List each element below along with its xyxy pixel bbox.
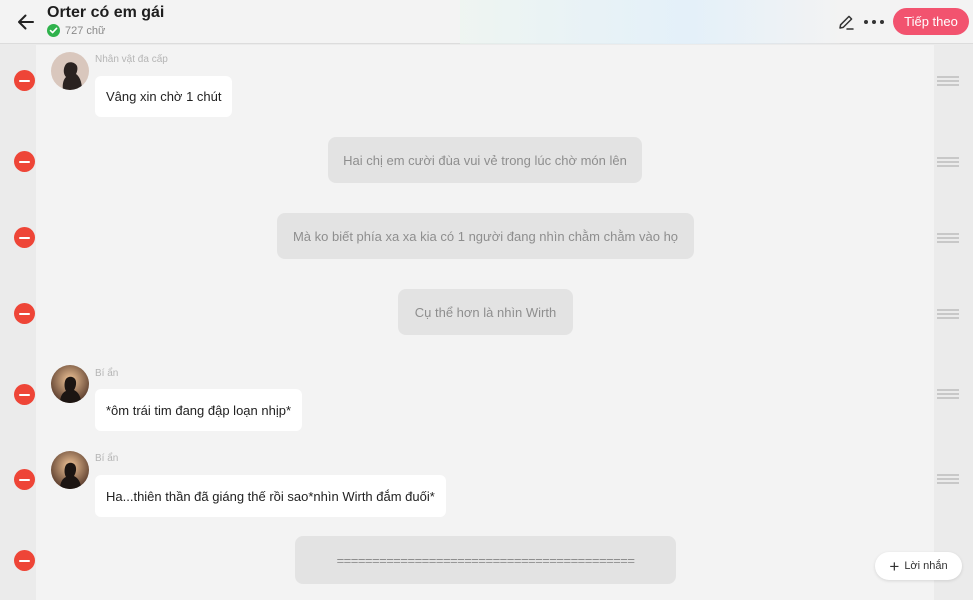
message-bubble[interactable]: Ha...thiên thần đã giáng thế rồi sao*nhì…: [95, 475, 446, 517]
delete-button[interactable]: [14, 70, 35, 91]
drag-handle[interactable]: [937, 309, 959, 319]
drag-handle[interactable]: [937, 389, 959, 399]
edit-button[interactable]: [836, 12, 856, 32]
word-count-label: 727 chữ: [65, 24, 106, 37]
avatar: [51, 365, 89, 403]
delete-button[interactable]: [14, 227, 35, 248]
drag-handle[interactable]: [937, 474, 959, 484]
plus-icon: +: [889, 556, 900, 576]
add-message-button[interactable]: + Lời nhắn: [875, 552, 962, 580]
edit-pencil-icon: [839, 15, 854, 30]
add-message-label: Lời nhắn: [904, 560, 948, 572]
message-bubble[interactable]: Vâng xin chờ 1 chút: [95, 76, 233, 117]
narration-bubble[interactable]: ========================================…: [295, 536, 676, 584]
more-button[interactable]: [862, 12, 886, 32]
delete-button[interactable]: [14, 550, 35, 571]
more-dots-icon: [864, 20, 884, 24]
check-circle-icon: [47, 24, 60, 37]
delete-button[interactable]: [14, 384, 35, 405]
avatar: [51, 52, 89, 90]
speaker-name: Bí ẩn: [95, 368, 119, 379]
delete-button[interactable]: [14, 303, 35, 324]
next-button[interactable]: Tiếp theo: [893, 8, 969, 35]
drag-handle[interactable]: [937, 157, 959, 167]
drag-handle[interactable]: [937, 233, 959, 243]
narration-bubble[interactable]: Hai chị em cười đùa vui vẻ trong lúc chờ…: [328, 137, 642, 183]
story-title: Orter có em gái: [47, 4, 165, 21]
avatar: [51, 451, 89, 489]
back-button[interactable]: [12, 8, 40, 36]
back-arrow-icon: [18, 14, 34, 30]
word-count: 727 chữ: [47, 24, 105, 37]
narration-bubble[interactable]: Mà ko biết phía xa xa kia có 1 người đan…: [277, 213, 694, 259]
header-decoration: [460, 0, 840, 44]
delete-button[interactable]: [14, 151, 35, 172]
narration-bubble[interactable]: Cụ thể hơn là nhìn Wirth: [398, 289, 573, 335]
speaker-name: Bí ẩn: [95, 453, 119, 464]
delete-button[interactable]: [14, 469, 35, 490]
message-bubble[interactable]: *ôm trái tim đang đập loạn nhịp*: [95, 389, 303, 431]
speaker-name: Nhân vật đa cấp: [95, 54, 168, 65]
drag-handle[interactable]: [937, 76, 959, 86]
